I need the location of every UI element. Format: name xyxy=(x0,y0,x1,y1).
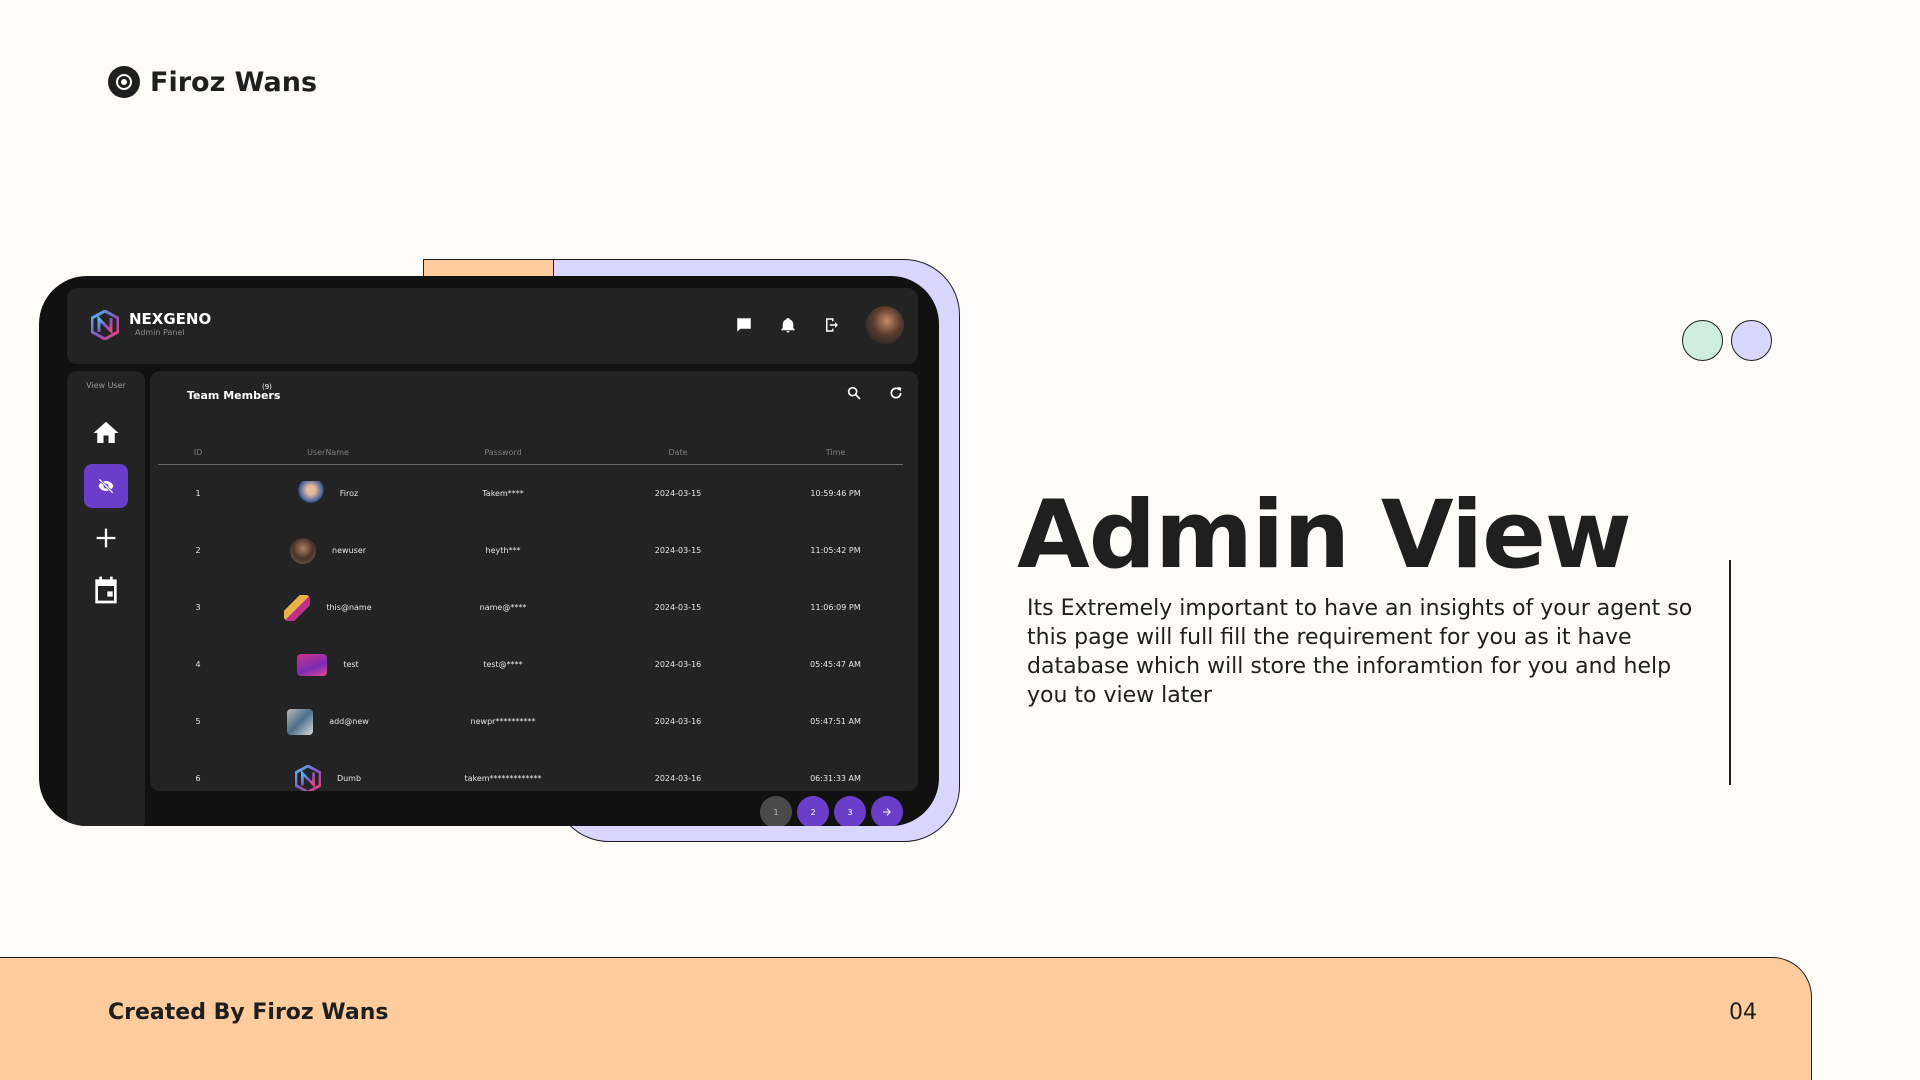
sidebar-item-view-user[interactable] xyxy=(84,464,128,508)
sidebar-item-calendar[interactable] xyxy=(84,568,128,612)
team-members-panel: Team Members (9) ID UserName Password Da… xyxy=(150,371,918,791)
slide-title: Admin View xyxy=(1017,481,1632,590)
cell-time: 11:06:09 PM xyxy=(810,603,861,612)
home-icon xyxy=(93,421,119,443)
cell-user: add@new xyxy=(238,708,418,735)
pagination: 1 2 3 xyxy=(760,796,903,826)
logout-icon[interactable] xyxy=(822,315,842,335)
cell-password: newpr********** xyxy=(470,717,536,726)
cell-username: Firoz xyxy=(339,489,359,498)
cell-id: 3 xyxy=(195,603,201,612)
app-title: NEXGENO xyxy=(129,310,212,328)
refresh-icon[interactable] xyxy=(888,385,904,401)
cell-username: add@new xyxy=(329,717,369,726)
team-members-table: ID UserName Password Date Time 1 Firoz T… xyxy=(158,441,903,791)
divider-line xyxy=(1729,560,1731,785)
cell-user: Dumb xyxy=(238,764,418,791)
cell-date: 2024-03-15 xyxy=(654,603,702,612)
cell-id: 2 xyxy=(195,546,201,555)
cell-username: Dumb xyxy=(336,774,362,783)
sidebar: View User xyxy=(67,371,145,826)
cell-user: this@name xyxy=(238,594,418,621)
calendar-icon xyxy=(95,576,117,604)
cell-time: 10:59:46 PM xyxy=(810,489,861,498)
page-number: 04 xyxy=(1729,1000,1757,1025)
brand-name: Firoz Wans xyxy=(150,66,318,98)
app-header: NEXGENO Admin Panel xyxy=(67,288,918,364)
next-page-button[interactable] xyxy=(871,796,903,826)
user-thumbnail xyxy=(290,537,316,564)
cell-username: this@name xyxy=(326,603,372,612)
table-header: ID UserName Password Date Time xyxy=(158,441,903,465)
brand: Firoz Wans xyxy=(108,66,317,98)
sidebar-label: View User xyxy=(86,381,126,390)
cell-date: 2024-03-16 xyxy=(654,660,702,669)
table-row[interactable]: 6 Dumb takem************* 2024-03-16 06:… xyxy=(158,750,903,791)
cell-password: test@**** xyxy=(483,660,523,669)
cell-date: 2024-03-16 xyxy=(654,774,702,783)
panel-actions xyxy=(846,385,904,401)
page-1-button[interactable]: 1 xyxy=(760,796,792,826)
device-mockup: NEXGENO Admin Panel View User Team Membe… xyxy=(39,276,939,826)
target-logo-icon xyxy=(108,66,140,98)
cell-password: heyth*** xyxy=(485,546,521,555)
eye-off-icon xyxy=(98,478,114,494)
user-thumbnail xyxy=(284,594,311,621)
cell-id: 6 xyxy=(195,774,201,783)
column-header-password: Password xyxy=(484,448,522,457)
cell-time: 11:05:42 PM xyxy=(810,546,861,555)
member-count-badge: (9) xyxy=(262,383,272,391)
table-row[interactable]: 2 newuser heyth*** 2024-03-15 11:05:42 P… xyxy=(158,522,903,579)
cell-date: 2024-03-15 xyxy=(654,546,702,555)
app-subtitle: Admin Panel xyxy=(135,328,185,337)
user-thumbnail xyxy=(297,653,328,676)
decorative-mint-circle xyxy=(1682,320,1723,361)
search-icon[interactable] xyxy=(846,385,862,401)
cell-password: takem************* xyxy=(464,774,542,783)
cell-time: 05:47:51 AM xyxy=(810,717,861,726)
column-header-username: UserName xyxy=(307,448,349,457)
sidebar-item-add[interactable] xyxy=(84,516,128,560)
page-3-button[interactable]: 3 xyxy=(834,796,866,826)
message-icon[interactable] xyxy=(734,315,754,335)
column-header-date: Date xyxy=(668,448,688,457)
cell-user: newuser xyxy=(238,537,418,564)
cell-time: 06:31:33 AM xyxy=(810,774,861,783)
cell-username: test xyxy=(343,660,359,669)
table-row[interactable]: 1 Firoz Takem**** 2024-03-15 10:59:46 PM xyxy=(158,465,903,522)
cell-user: Firoz xyxy=(238,480,418,507)
cell-id: 1 xyxy=(195,489,201,498)
table-row[interactable]: 4 test test@**** 2024-03-16 05:45:47 AM xyxy=(158,636,903,693)
bell-icon[interactable] xyxy=(778,315,798,335)
page-2-button[interactable]: 2 xyxy=(797,796,829,826)
cell-id: 4 xyxy=(195,660,201,669)
cell-password: Takem**** xyxy=(482,489,524,498)
cell-date: 2024-03-15 xyxy=(654,489,702,498)
avatar[interactable] xyxy=(866,306,904,344)
arrow-right-icon xyxy=(883,808,891,816)
decorative-lilac-circle xyxy=(1731,320,1772,361)
nexgeno-logo-icon xyxy=(91,310,119,340)
user-thumbnail xyxy=(287,708,314,735)
header-actions xyxy=(734,306,904,344)
table-row[interactable]: 3 this@name name@**** 2024-03-15 11:06:0… xyxy=(158,579,903,636)
user-thumbnail xyxy=(294,764,321,791)
sidebar-item-home[interactable] xyxy=(84,411,128,455)
user-thumbnail xyxy=(297,480,324,507)
cell-password: name@**** xyxy=(479,603,527,612)
cell-id: 5 xyxy=(195,717,201,726)
plus-icon xyxy=(96,528,116,548)
slide-description: Its Extremely important to have an insig… xyxy=(1027,596,1693,708)
column-header-id: ID xyxy=(193,448,203,457)
cell-time: 05:45:47 AM xyxy=(810,660,861,669)
cell-date: 2024-03-16 xyxy=(654,717,702,726)
table-row[interactable]: 5 add@new newpr********** 2024-03-16 05:… xyxy=(158,693,903,750)
column-header-time: Time xyxy=(825,448,846,457)
footer-credit: Created By Firoz Wans xyxy=(108,1000,389,1025)
cell-username: newuser xyxy=(332,546,366,555)
cell-user: test xyxy=(238,653,418,676)
